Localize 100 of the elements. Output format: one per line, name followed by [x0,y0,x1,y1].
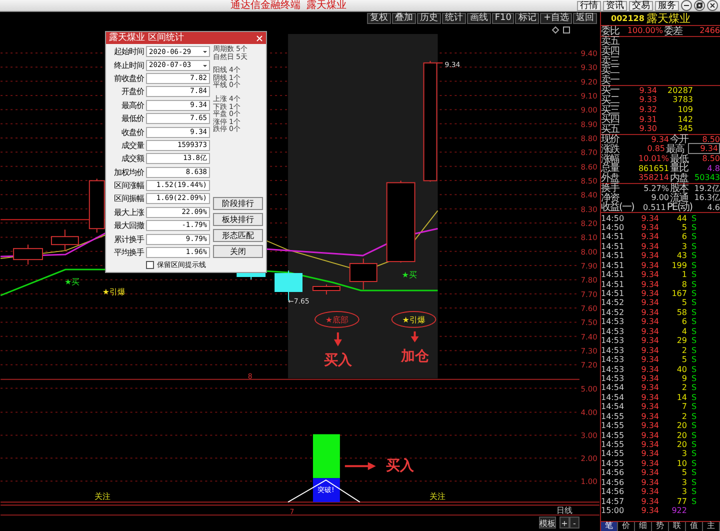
tick-time: 14:55 [601,430,626,440]
tick-price: 9.34 [640,506,659,516]
quote-value: 9.00 [650,193,669,202]
quote-label: 委差 [664,24,684,38]
order-label: 卖一 [601,74,620,86]
annotation-text: 买入 [324,352,352,368]
restore-icon[interactable] [694,0,705,11]
toolbar-button[interactable]: 叠加 [392,12,416,24]
tick-side: S [690,308,698,317]
tick-volume: 7 [680,402,687,412]
signal-label: ★引爆 [102,287,126,296]
quote-value: 5.27% [642,184,669,193]
tick-price: 9.34 [640,289,659,298]
tick-volume: 58 [676,308,687,317]
toolbar-button[interactable]: 标记 [515,12,540,24]
tick-time: 14:53 [601,374,626,383]
tick-side: S [690,298,698,308]
field-label: 最低价 [120,113,144,124]
toolbar-button[interactable]: 返回 [573,12,597,24]
order-price: 9.34 [638,86,657,95]
tick-time: 14:51 [601,289,626,298]
menu-button[interactable]: 服务 [655,0,679,10]
tick-price: 9.34 [640,468,659,478]
tick-side: S [690,289,698,298]
tick-price: 9.34 [640,421,659,430]
zoom-button[interactable]: - [569,516,580,528]
field-label: 收盘价 [120,126,144,138]
tick-time: 14:54 [601,383,626,392]
dialog-button[interactable]: 板块排行 [213,213,263,226]
tick-volume: 2 [680,412,687,421]
dialog-button[interactable]: 阶段排行 [213,197,263,210]
tick-volume: 1 [680,270,687,280]
toolbar-button[interactable]: +自选 [540,12,572,24]
field-label: 成交量 [120,140,144,151]
tick-volume: 5 [680,298,687,308]
field-label: 最高价 [120,100,144,111]
indicator-bar [312,434,340,502]
candlestick [50,229,79,252]
toolbar-button[interactable]: 历史 [416,12,441,24]
menu-button[interactable]: 行情 [577,0,601,10]
panel-icon[interactable] [563,26,570,34]
quote-value: 10.01% [637,154,669,164]
tick-price: 9.34 [640,402,659,412]
tick-volume: 3 [680,478,687,487]
tick-volume: 6 [680,232,687,242]
tick-volume: 6 [680,317,687,326]
tick-time: 14:56 [601,468,626,478]
toolbar-button[interactable]: 画线 [466,12,491,24]
tick-side: S [690,478,698,487]
quote-value: 100.00% [626,26,663,36]
tick-side: S [690,458,698,468]
order-volume: 142 [676,114,693,124]
signal-label: 关注 [94,492,110,502]
order-label: 卖三 [601,56,620,67]
close-icon[interactable] [707,0,718,11]
toolbar-button[interactable]: 统计 [442,12,466,24]
tick-side: S [690,468,698,478]
tick-time: 14:55 [601,449,626,458]
minimize-icon[interactable] [681,0,692,11]
diamond-icon[interactable] [552,26,560,34]
menu-button[interactable]: 交易 [629,0,653,10]
zoom-button[interactable]: + [560,516,570,528]
tick-side: S [690,222,698,232]
tick-side: S [690,374,698,383]
quote-label: 涨跌 [601,144,620,155]
tick-price: 9.34 [640,430,659,440]
tick-time: 14:53 [601,336,626,346]
quote-value: 50343 [694,173,720,182]
tick-side: S [690,421,698,430]
toolbar-button[interactable]: F10 [492,12,514,24]
tick-side: S [690,364,698,374]
checkbox[interactable] [146,261,154,270]
tick-price: 9.34 [640,412,659,421]
tick-price: 9.34 [640,222,659,232]
dialog-button[interactable]: 形态匹配 [213,229,263,242]
tick-price: 9.34 [640,392,659,402]
dialog-button[interactable]: 关闭 [213,245,263,258]
toolbar-button[interactable]: 复权 [366,12,391,24]
quote-value: 861651 [637,164,669,173]
tick-time: 14:53 [601,355,626,364]
panel-tab[interactable]: 笔 [601,522,618,531]
menu-button[interactable]: 资讯 [603,0,627,10]
quote-value: 358214 [637,173,669,182]
tick-time: 15:00 [601,506,626,516]
tick-time: 14:55 [601,458,626,468]
order-price: 9.30 [638,124,657,134]
candlestick [13,244,43,265]
tick-price: 9.34 [640,214,659,222]
tick-price: 9.34 [640,487,659,496]
order-price: 9.33 [638,95,657,104]
tick-price: 9.34 [640,355,659,364]
template-button[interactable]: 模板 [539,516,556,528]
tick-side: S [690,270,698,280]
quote-value: 8.50 [701,154,720,164]
field-label: 累计换手 [113,234,144,245]
tick-side: S [690,260,698,270]
tick-time: 14:50 [601,222,626,232]
tick-time: 14:56 [601,487,626,496]
tick-side: S [690,440,698,449]
tick-side: S [690,383,698,392]
